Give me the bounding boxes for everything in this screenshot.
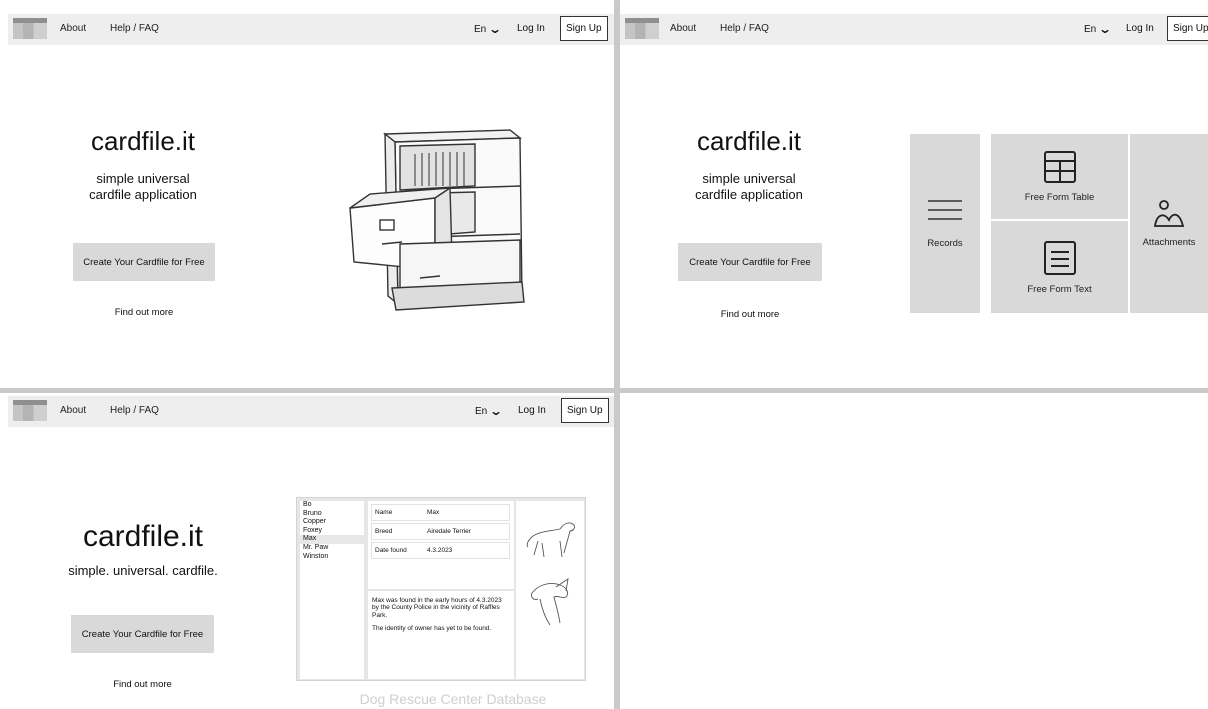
chevron-down-icon: ⌄	[1098, 22, 1113, 36]
record-field-row: Date found 4.3.2023	[371, 542, 510, 559]
filing-cabinet-illustration	[349, 129, 525, 311]
nav-about-link[interactable]: About	[60, 23, 86, 34]
nav-help-link[interactable]: Help / FAQ	[110, 405, 159, 416]
hero-title: cardfile.it	[90, 126, 196, 156]
language-label: En	[474, 23, 487, 35]
create-cardfile-button[interactable]: Create Your Cardfile for Free	[71, 615, 214, 653]
panel-divider-vertical	[614, 0, 620, 709]
mockup-panel-features: About Help / FAQ En ⌄ Log In Sign Up car…	[620, 0, 1208, 388]
record-list-item[interactable]: Mr. Paw	[300, 544, 364, 553]
find-out-more-link[interactable]: Find out more	[71, 679, 214, 690]
signup-button[interactable]: Sign Up	[561, 398, 609, 423]
feature-table: Free Form Table	[991, 134, 1128, 219]
record-note-2: The identity of owner has yet to be foun…	[372, 625, 492, 633]
record-fields: Name Max Breed Airedale Terrier Date found 4.…	[368, 501, 514, 589]
logo[interactable]	[13, 18, 47, 39]
record-field-label: Name	[375, 509, 393, 516]
record-field-label: Breed	[375, 528, 393, 535]
feature-attachments-label: Attachments	[1142, 237, 1196, 248]
hero-subtitle-line1: simple universal	[702, 171, 796, 186]
login-link[interactable]: Log In	[518, 405, 546, 416]
hamburger-list-icon	[928, 200, 962, 220]
feature-table-label: Free Form Table	[1024, 192, 1095, 203]
nav-about-link[interactable]: About	[60, 405, 86, 416]
find-out-more-link[interactable]: Find out more	[678, 309, 822, 320]
signup-button[interactable]: Sign Up	[1167, 16, 1208, 41]
feature-attachments: Attachments	[1130, 134, 1208, 313]
dog-sketch-image	[526, 522, 575, 626]
record-list-item[interactable]: Copper	[300, 518, 364, 527]
table-grid-icon	[1043, 151, 1076, 183]
record-field-value[interactable]: Max	[427, 509, 439, 516]
hero-subtitle-line2: cardfile application	[695, 187, 803, 202]
hero-subtitle: simple universal cardfile application	[60, 171, 226, 203]
login-link[interactable]: Log In	[1126, 23, 1154, 34]
mockup-panel-cabinet: About Help / FAQ En ⌄ Log In Sign Up car…	[0, 0, 614, 388]
record-list-item[interactable]: Winston	[300, 553, 364, 562]
navbar: About Help / FAQ En ⌄ Log In Sign Up	[8, 14, 614, 45]
language-label: En	[475, 405, 488, 417]
document-text-icon	[1043, 240, 1076, 275]
record-field-row: Breed Airedale Terrier	[371, 523, 510, 540]
record-attachments	[516, 501, 584, 679]
create-cardfile-button[interactable]: Create Your Cardfile for Free	[678, 243, 822, 281]
record-list-item[interactable]: Foxey	[300, 527, 364, 536]
panel-divider-horizontal	[0, 388, 1208, 393]
logo[interactable]	[625, 18, 659, 39]
find-out-more-link[interactable]: Find out more	[73, 307, 215, 318]
record-note-1: Max was found in the early hours of 4.3.…	[372, 597, 502, 619]
record-list: Bo Bruno Copper Foxey Max Mr. Paw Winston	[300, 501, 364, 679]
nav-help-link[interactable]: Help / FAQ	[110, 23, 159, 34]
language-selector[interactable]: En ⌄	[474, 22, 503, 36]
navbar: About Help / FAQ En ⌄ Log In Sign Up	[8, 396, 614, 427]
hero-title: cardfile.it	[696, 126, 802, 156]
record-list-item[interactable]: Bruno	[300, 510, 364, 519]
image-attachment-icon	[1153, 200, 1185, 227]
navbar: About Help / FAQ En ⌄ Log In Sign Up	[620, 14, 1208, 45]
feature-records-label: Records	[927, 238, 963, 249]
signup-button[interactable]: Sign Up	[560, 16, 608, 41]
hero-title: cardfile.it	[82, 520, 204, 553]
mockup-panel-demo: About Help / FAQ En ⌄ Log In Sign Up car…	[0, 393, 614, 709]
logo[interactable]	[13, 400, 47, 421]
record-field-label: Date found	[375, 547, 407, 554]
empty-panel	[620, 393, 1208, 709]
hero-subtitle-line1: simple universal	[96, 171, 190, 186]
record-list-item[interactable]: Bo	[300, 501, 364, 510]
feature-text: Free Form Text	[991, 221, 1128, 313]
language-label: En	[1084, 23, 1097, 35]
demo-caption: Dog Rescue Center Database	[359, 691, 547, 707]
record-field-value[interactable]: 4.3.2023	[427, 547, 452, 554]
hero-subtitle-line2: cardfile application	[89, 187, 197, 202]
demo-app-window: Bo Bruno Copper Foxey Max Mr. Paw Winston Name…	[296, 497, 586, 681]
language-selector[interactable]: En ⌄	[1084, 22, 1113, 36]
create-cardfile-button[interactable]: Create Your Cardfile for Free	[73, 243, 215, 281]
chevron-down-icon: ⌄	[488, 22, 503, 36]
login-link[interactable]: Log In	[517, 23, 545, 34]
language-selector[interactable]: En ⌄	[475, 404, 504, 418]
record-notes: Max was found in the early hours of 4.3.…	[368, 591, 514, 679]
record-field-row: Name Max	[371, 504, 510, 521]
hero-tagline: simple. universal. cardfile.	[68, 563, 218, 578]
feature-records: Records	[910, 134, 980, 313]
record-list-item[interactable]: Max	[300, 535, 364, 544]
hero-subtitle: simple universal cardfile application	[666, 171, 832, 203]
nav-about-link[interactable]: About	[670, 23, 696, 34]
chevron-down-icon: ⌄	[489, 404, 504, 418]
feature-text-label: Free Form Text	[1027, 283, 1092, 295]
record-field-value[interactable]: Airedale Terrier	[427, 528, 471, 535]
nav-help-link[interactable]: Help / FAQ	[720, 23, 769, 34]
